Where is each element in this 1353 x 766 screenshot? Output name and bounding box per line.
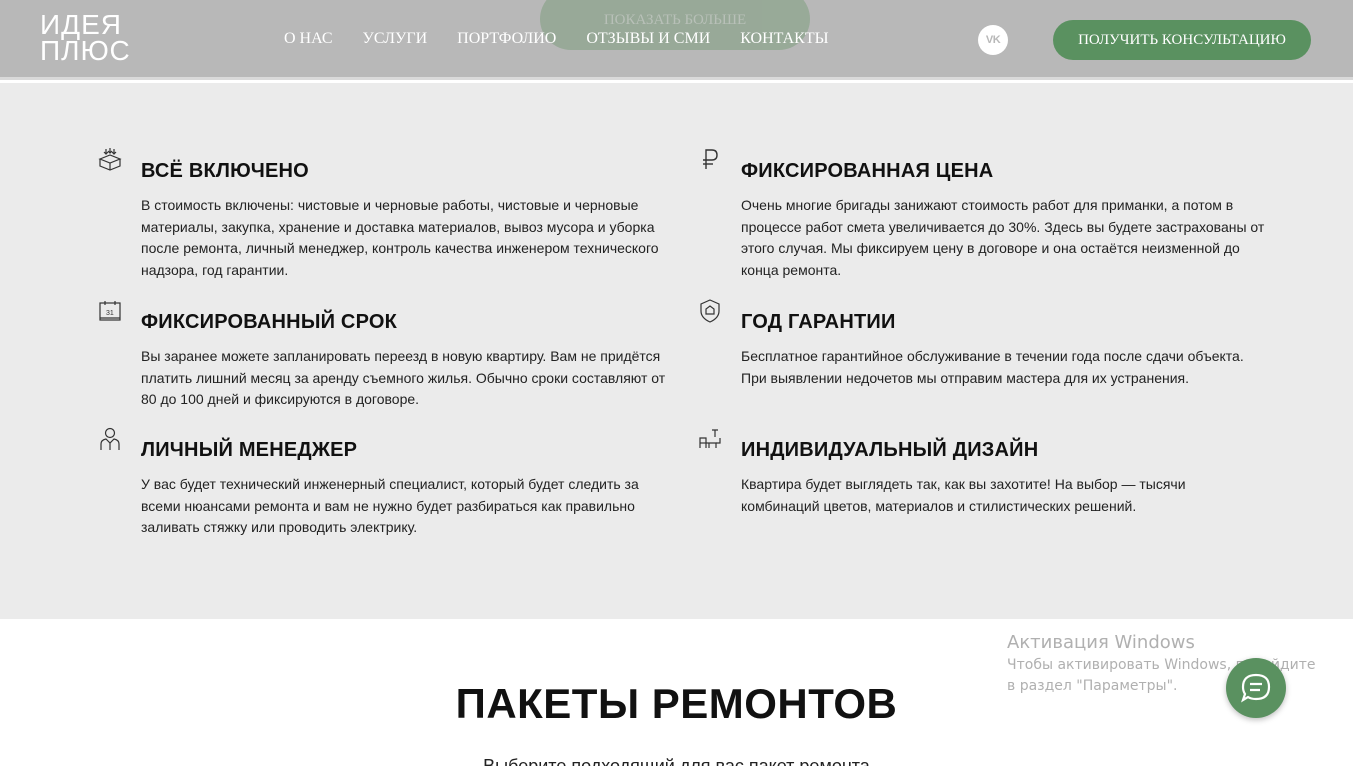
feature-all-included: ВСЁ ВКЛЮЧЕНО В стоимость включены: чисто… [98,148,681,282]
vk-icon-label: VK [985,34,1001,46]
shield-icon [697,298,723,324]
chat-icon [1241,673,1271,703]
nav-item-services[interactable]: УСЛУГИ [363,30,428,48]
ruble-icon [697,147,723,173]
vk-icon[interactable]: VK [978,25,1008,55]
nav-item-portfolio[interactable]: ПОРТФОЛИО [457,30,556,48]
calendar-icon: 31 [97,298,123,324]
feature-title: ФИКСИРОВАННЫЙ СРОК [141,311,398,333]
feature-text: В стоимость включены: чистовые и черновы… [141,197,659,279]
feature-fixed-price: ФИКСИРОВАННАЯ ЦЕНА Очень многие бригады … [703,149,1281,282]
feature-text: Очень многие бригады занижают стоимость … [741,197,1265,279]
get-consultation-button[interactable]: ПОЛУЧИТЬ КОНСУЛЬТАЦИЮ [1053,20,1311,60]
feature-title: ФИКСИРОВАННАЯ ЦЕНА [741,160,994,182]
feature-fixed-term: 31 ФИКСИРОВАННЫЙ СРОК Вы заранее можете … [99,301,681,411]
box-icon [97,147,123,173]
chat-button[interactable] [1226,658,1286,718]
feature-text: У вас будет технический инженерный специ… [141,476,639,536]
features-section: ВСЁ ВКЛЮЧЕНО В стоимость включены: чисто… [0,83,1353,619]
logo-line-2: ПЛЮС [40,35,131,66]
feature-warranty: ГОД ГАРАНТИИ Бесплатное гарантийное обсл… [700,299,1281,389]
feature-text: Квартира будет выглядеть так, как вы зах… [741,476,1186,514]
nav-item-contacts[interactable]: КОНТАКТЫ [740,30,828,48]
windows-activation-title: Активация Windows [1007,632,1195,653]
calendar-icon-label: 31 [106,310,114,317]
feature-title: ИНДИВИДУАЛЬНЫЙ ДИЗАЙН [741,439,1039,461]
packages-subtitle: Выберите подходящий для вас пакет ремонт… [483,756,870,766]
feature-title: ВСЁ ВКЛЮЧЕНО [141,160,309,182]
main-nav: О НАС УСЛУГИ ПОРТФОЛИО ОТЗЫВЫ И СМИ КОНТ… [284,30,859,48]
nav-item-reviews[interactable]: ОТЗЫВЫ И СМИ [586,30,710,48]
nav-item-about[interactable]: О НАС [284,30,333,48]
feature-title: ЛИЧНЫЙ МЕНЕДЖЕР [141,439,358,461]
feature-text: Вы заранее можете запланировать переезд … [141,348,666,408]
manager-icon [97,426,123,452]
feature-personal-manager: ЛИЧНЫЙ МЕНЕДЖЕР У вас будет технический … [100,427,681,539]
feature-text: Бесплатное гарантийное обслуживание в те… [741,348,1244,386]
furniture-icon [697,426,723,452]
logo[interactable]: ИДЕЯ ПЛЮС [40,11,142,66]
feature-title: ГОД ГАРАНТИИ [741,311,896,333]
site-header: ПОКАЗАТЬ БОЛЬШЕ ИДЕЯ ПЛЮС О НАС УСЛУГИ П… [0,0,1353,80]
feature-individual-design: ИНДИВИДУАЛЬНЫЙ ДИЗАЙН Квартира будет выг… [699,429,1281,517]
